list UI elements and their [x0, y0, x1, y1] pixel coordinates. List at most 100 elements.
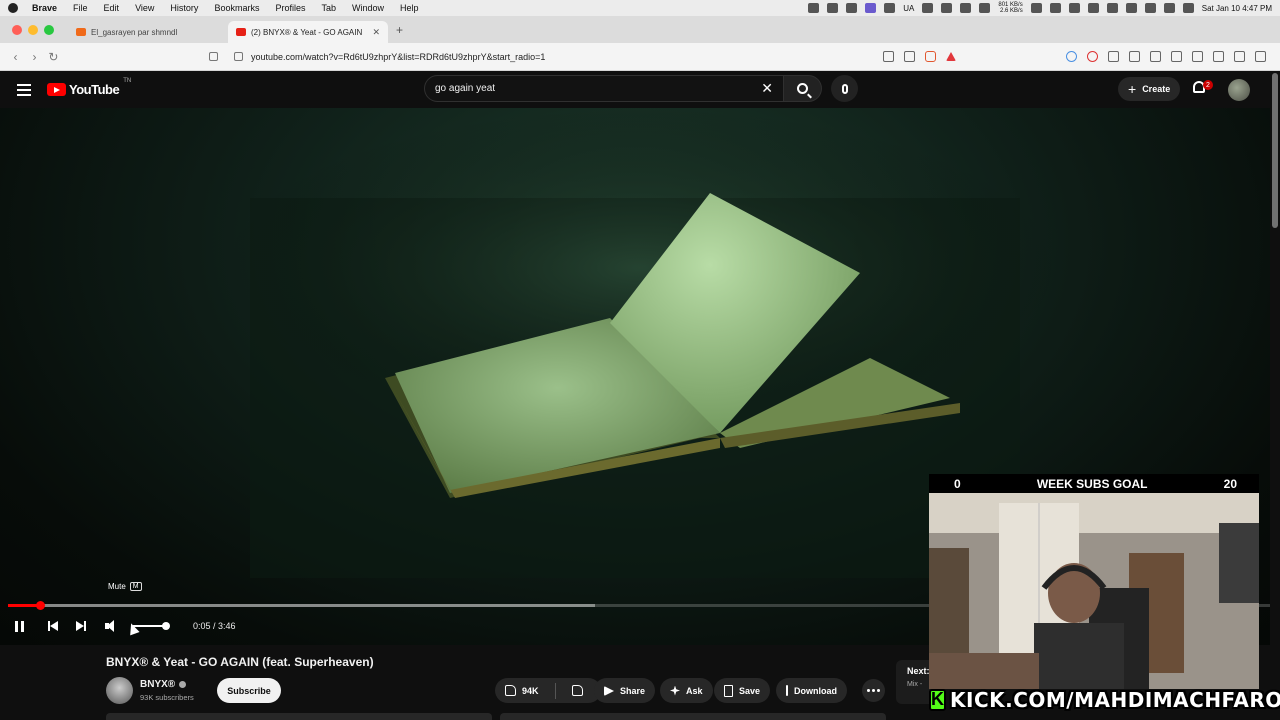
- status-icon[interactable]: [922, 3, 934, 13]
- reload-button[interactable]: ↻: [44, 50, 63, 64]
- status-icon-highlighted[interactable]: [865, 3, 877, 13]
- search-icon[interactable]: [1163, 3, 1175, 13]
- back-button[interactable]: ‹: [6, 50, 25, 64]
- next-button[interactable]: [76, 621, 86, 631]
- menu-edit[interactable]: Edit: [104, 3, 120, 13]
- guide-menu-icon[interactable]: [17, 83, 31, 96]
- channel-name[interactable]: BNYX®: [140, 679, 187, 690]
- ask-button[interactable]: Ask: [660, 678, 713, 703]
- status-icon[interactable]: [1030, 3, 1042, 13]
- minimize-window-button[interactable]: [28, 24, 38, 35]
- browser-tab[interactable]: El_gasrayen par shmndl: [68, 21, 228, 43]
- goal-target: 20: [1223, 476, 1237, 491]
- page-scrollbar[interactable]: [1270, 71, 1280, 720]
- menu-icon[interactable]: [1255, 51, 1266, 62]
- status-icon[interactable]: [846, 3, 858, 13]
- subscribe-button[interactable]: Subscribe: [217, 678, 281, 703]
- wallet-icon[interactable]: [1192, 51, 1203, 62]
- thumbs-down-icon: [571, 685, 583, 696]
- search-button[interactable]: [784, 75, 822, 102]
- account-avatar[interactable]: [1228, 79, 1250, 101]
- url-text[interactable]: youtube.com/watch?v=Rd6tU9zhprY&list=RDR…: [251, 52, 545, 62]
- pause-button[interactable]: [15, 620, 24, 632]
- mute-tooltip: Mute M: [108, 582, 142, 591]
- brave-shields-icon[interactable]: [925, 51, 936, 62]
- more-actions-button[interactable]: [862, 679, 885, 702]
- status-icon[interactable]: [884, 3, 896, 13]
- address-bar[interactable]: youtube.com/watch?v=Rd6tU9zhprY&list=RDR…: [208, 52, 883, 62]
- previous-button[interactable]: [48, 621, 58, 631]
- channel-avatar[interactable]: [106, 677, 133, 704]
- search-input[interactable]: go again yeat ✕: [424, 75, 784, 102]
- menu-file[interactable]: File: [73, 3, 88, 13]
- control-center-icon[interactable]: [1182, 3, 1194, 13]
- kick-channel-url: KICK.COM/MAHDIMACHFAROTB: [950, 687, 1280, 712]
- menu-tab[interactable]: Tab: [321, 3, 336, 13]
- menu-help[interactable]: Help: [400, 3, 419, 13]
- subs-goal-bar: 0 WEEK SUBS GOAL 20: [929, 474, 1259, 493]
- brave-rewards-icon[interactable]: [946, 52, 956, 61]
- menu-history[interactable]: History: [170, 3, 198, 13]
- scrubber-handle[interactable]: [35, 601, 45, 610]
- download-button[interactable]: Download: [776, 678, 847, 703]
- search-query[interactable]: go again yeat: [435, 83, 495, 94]
- description-panel[interactable]: [106, 713, 492, 720]
- menu-bookmarks[interactable]: Bookmarks: [214, 3, 259, 13]
- zoom-window-button[interactable]: [44, 24, 54, 35]
- leo-ai-icon[interactable]: [1213, 51, 1224, 62]
- input-language[interactable]: UA: [903, 4, 914, 13]
- clock[interactable]: Sat Jan 10 4:47 PM: [1202, 4, 1272, 13]
- status-icon[interactable]: [1106, 3, 1118, 13]
- mute-button[interactable]: [105, 620, 119, 632]
- close-tab-icon[interactable]: ✕: [372, 27, 380, 38]
- share-icon[interactable]: [904, 51, 915, 62]
- wifi-icon[interactable]: [1144, 3, 1156, 13]
- close-window-button[interactable]: [12, 24, 22, 35]
- clear-search-icon[interactable]: ✕: [761, 80, 773, 97]
- volume-handle[interactable]: [162, 622, 170, 630]
- apple-icon[interactable]: [8, 3, 18, 13]
- browser-tab-active[interactable]: (2) BNYX® & Yeat - GO AGAIN ✕: [228, 21, 388, 43]
- create-label: Create: [1142, 84, 1171, 94]
- create-button[interactable]: + Create: [1118, 77, 1181, 101]
- menu-window[interactable]: Window: [352, 3, 384, 13]
- dislike-button[interactable]: [562, 678, 593, 703]
- status-icon[interactable]: [979, 3, 991, 13]
- menu-app-name[interactable]: Brave: [32, 3, 57, 13]
- extension-icon[interactable]: [1108, 51, 1119, 62]
- menu-profiles[interactable]: Profiles: [275, 3, 305, 13]
- site-info-icon[interactable]: [233, 52, 243, 61]
- status-icon[interactable]: [808, 3, 820, 13]
- voice-search-button[interactable]: [831, 75, 858, 102]
- status-icon[interactable]: [1049, 3, 1061, 13]
- menu-view[interactable]: View: [135, 3, 154, 13]
- new-tab-button[interactable]: +: [396, 23, 403, 37]
- open-external-icon[interactable]: [883, 51, 894, 62]
- forward-button[interactable]: ›: [25, 50, 44, 64]
- channel-name-text[interactable]: BNYX®: [140, 679, 175, 690]
- kick-channel-banner: K KICK.COM/MAHDIMACHFAROTB: [929, 686, 1280, 713]
- media-icon[interactable]: [1150, 51, 1161, 62]
- address-toolbar: ‹ › ↻ youtube.com/watch?v=Rd6tU9zhprY&li…: [0, 43, 1280, 71]
- status-icon[interactable]: [941, 3, 953, 13]
- bookmark-icon: [724, 684, 733, 697]
- share-button[interactable]: Share: [594, 678, 656, 703]
- record-extension-icon[interactable]: [1087, 51, 1098, 62]
- extension-icon[interactable]: [1129, 51, 1140, 62]
- vpn-icon[interactable]: [1234, 51, 1245, 62]
- youtube-logo[interactable]: YouTube TN: [47, 78, 131, 97]
- volume-slider[interactable]: [133, 622, 170, 630]
- extension-icon[interactable]: [1066, 51, 1077, 62]
- status-icon[interactable]: [827, 3, 839, 13]
- bookmark-icon[interactable]: [208, 52, 218, 61]
- sidebar-icon[interactable]: [1171, 51, 1182, 62]
- status-icon[interactable]: [960, 3, 972, 13]
- status-icon[interactable]: [1068, 3, 1080, 13]
- scrollbar-thumb[interactable]: [1272, 73, 1278, 228]
- save-button[interactable]: Save: [714, 678, 771, 703]
- comments-panel[interactable]: [500, 713, 886, 720]
- status-icon[interactable]: [1087, 3, 1099, 13]
- like-button[interactable]: 94K: [495, 678, 549, 703]
- status-icon[interactable]: [1125, 3, 1137, 13]
- download-icon: [786, 685, 788, 696]
